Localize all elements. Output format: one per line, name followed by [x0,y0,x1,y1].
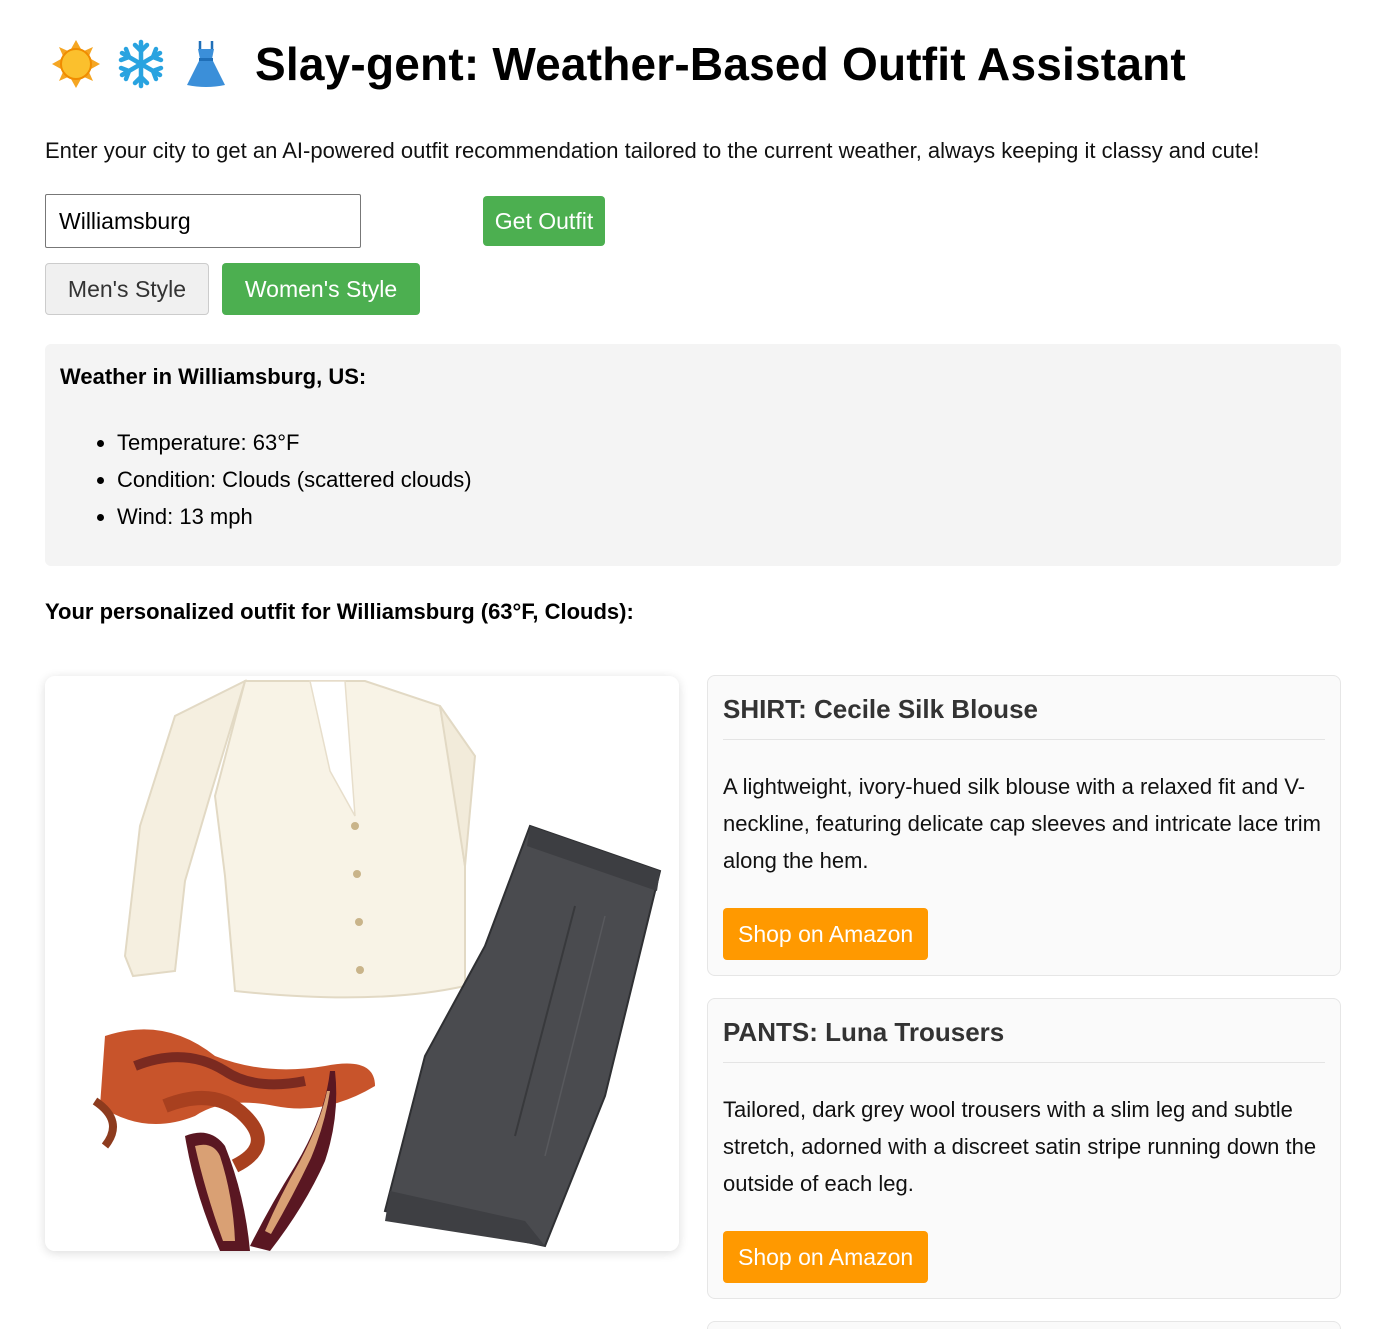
page-title: Slay-gent: Weather-Based Outfit Assistan… [255,38,1186,90]
outfit-item-card [707,1321,1341,1329]
outfit-image [45,676,679,1251]
page: Slay-gent: Weather-Based Outfit Assistan… [0,0,1375,1329]
mens-style-button[interactable]: Men's Style [45,263,209,315]
shop-on-amazon-button[interactable]: Shop on Amazon [723,908,929,960]
weather-details: Temperature: 63°F Condition: Clouds (sca… [60,424,1326,535]
outfit-item-card: SHIRT: Cecile Silk Blouse A lightweight,… [707,675,1341,976]
weather-heading: Weather in Williamsburg, US: [60,364,367,389]
city-input[interactable] [45,194,361,248]
womens-style-button[interactable]: Women's Style [222,263,420,315]
weather-wind: Wind: 13 mph [117,498,1326,535]
item-description: A lightweight, ivory-hued silk blouse wi… [723,774,1321,873]
intro-text: Enter your city to get an AI-powered out… [45,138,1260,163]
item-title: SHIRT: Cecile Silk Blouse [723,694,1325,740]
weather-panel: Weather in Williamsburg, US: Temperature… [45,344,1341,566]
item-title: PANTS: Luna Trousers [723,1017,1325,1063]
weather-condition: Condition: Clouds (scattered clouds) [117,461,1326,498]
sun-icon [50,38,102,90]
outfit-item-card: PANTS: Luna Trousers Tailored, dark grey… [707,998,1341,1299]
outfit-heading: Your personalized outfit for Williamsbur… [45,599,634,624]
weather-temperature: Temperature: 63°F [117,424,1326,461]
dress-icon [180,38,232,90]
snowflake-icon [115,38,167,90]
blouse-illustration [123,679,477,999]
header: Slay-gent: Weather-Based Outfit Assistan… [50,34,1186,94]
get-outfit-button[interactable]: Get Outfit [483,196,605,246]
item-description: Tailored, dark grey wool trousers with a… [723,1097,1317,1196]
shop-on-amazon-button[interactable]: Shop on Amazon [723,1231,929,1283]
